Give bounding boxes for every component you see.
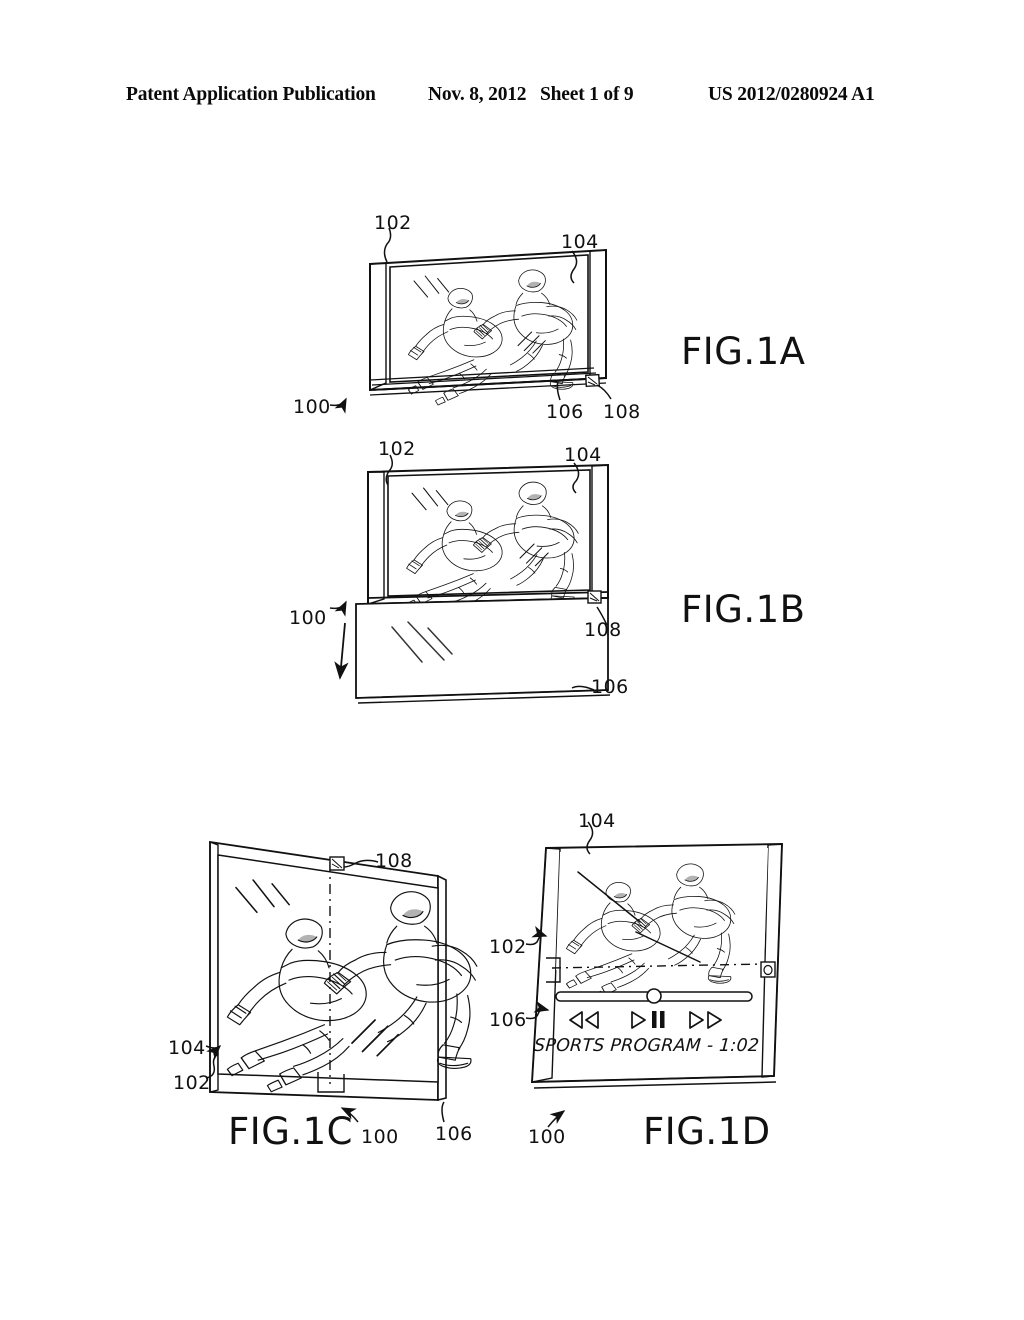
ref-numeral-104-fig1c: 104	[168, 1037, 206, 1059]
figure-1a	[329, 227, 612, 414]
figure-caption-1b: FIG.1B	[681, 588, 806, 631]
figure-caption-1d: FIG.1D	[643, 1110, 771, 1153]
ref-numeral-100-fig1b: 100	[289, 607, 327, 629]
ref-numeral-100-fig1d: 100	[528, 1126, 566, 1148]
ref-numeral-108-fig1b: 108	[584, 619, 622, 641]
figures-svg	[205, 227, 783, 1128]
figure-1c	[205, 840, 478, 1123]
ref-numeral-100-fig1a: 100	[293, 396, 331, 418]
display-screen-104-fig1c[interactable]	[217, 854, 439, 1083]
figure-caption-1a: FIG.1A	[681, 330, 806, 373]
ref-numeral-106-fig1d: 106	[489, 1009, 527, 1031]
ref-numeral-106-fig1c: 106	[435, 1123, 473, 1145]
display-screen-104-fig1d[interactable]	[556, 848, 768, 970]
ref-numeral-106-fig1b: 106	[591, 676, 629, 698]
ref-numeral-102-fig1b: 102	[378, 438, 416, 460]
ref-numeral-108-fig1c: 108	[375, 850, 413, 872]
ref-numeral-106-fig1a: 106	[546, 401, 584, 423]
control-button-108-fig1b[interactable]	[587, 590, 602, 604]
ref-numeral-100-fig1c: 100	[361, 1126, 399, 1148]
ref-numeral-108-fig1a: 108	[603, 401, 641, 423]
control-button-108-fig1d[interactable]	[760, 961, 776, 978]
figure-1d	[525, 821, 783, 1128]
ref-numeral-104-fig1d: 104	[578, 810, 616, 832]
ref-numeral-104-fig1a: 104	[561, 231, 599, 253]
ref-numeral-104-fig1b: 104	[564, 444, 602, 466]
ref-numeral-102-fig1a: 102	[374, 212, 412, 234]
ref-numeral-102-fig1c: 102	[173, 1072, 211, 1094]
progress-slider-knob	[646, 988, 662, 1004]
display-screen-104-fig1a[interactable]	[389, 254, 589, 383]
ref-numeral-102-fig1d: 102	[489, 936, 527, 958]
figure-1b	[329, 454, 611, 704]
control-button-108-fig1c[interactable]	[329, 856, 345, 871]
figure-caption-1c: FIG.1C	[228, 1110, 354, 1153]
extension-direction-arrow	[334, 622, 349, 680]
patent-drawing-sheet	[0, 0, 1024, 1320]
media-program-title: SPORTS PROGRAM - 1:02	[533, 1036, 760, 1056]
